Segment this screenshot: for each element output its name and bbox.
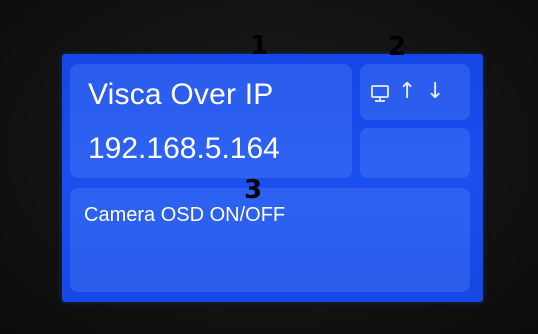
- ip-address: 192.168.5.164: [88, 132, 280, 165]
- device-bezel: Visca Over IP 192.168.5.164 Camera OSD O…: [0, 0, 538, 334]
- network-computer-icon: [371, 85, 389, 102]
- protocol-title: Visca Over IP: [88, 78, 274, 111]
- empty-panel[interactable]: [360, 128, 470, 178]
- osd-toggle-label[interactable]: Camera OSD ON/OFF: [84, 204, 285, 227]
- arrow-down-icon: ↓: [426, 79, 445, 104]
- lcd-screen: Visca Over IP 192.168.5.164 Camera OSD O…: [62, 54, 483, 302]
- marker-3: 3: [244, 175, 263, 205]
- arrow-up-icon: ↑: [398, 79, 417, 104]
- marker-1: 1: [250, 31, 269, 61]
- marker-2: 2: [388, 32, 407, 62]
